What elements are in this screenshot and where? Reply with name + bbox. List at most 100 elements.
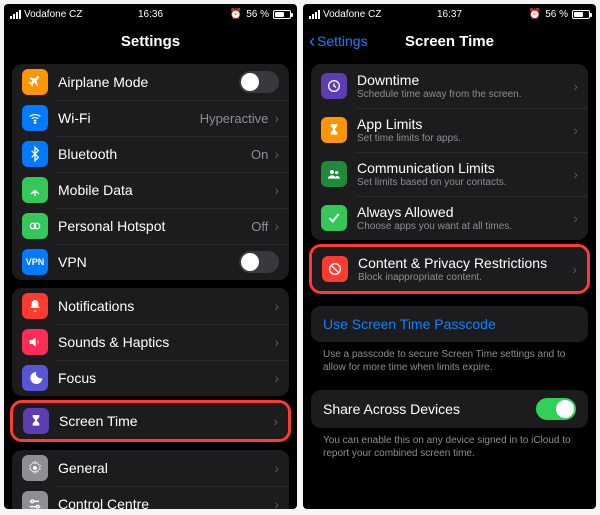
settings-screen: Vodafone CZ 16:36 ⏰ 56 % Settings Airpla… bbox=[4, 4, 297, 509]
people-icon bbox=[321, 161, 347, 187]
row-screen-time[interactable]: Screen Time › bbox=[13, 403, 288, 439]
chevron-right-icon: › bbox=[274, 182, 279, 198]
chevron-right-icon: › bbox=[274, 334, 279, 350]
bell-icon bbox=[22, 293, 48, 319]
battery-pct-label: 56 % bbox=[246, 9, 269, 20]
share-toggle[interactable] bbox=[536, 398, 576, 420]
row-content-privacy-restrictions[interactable]: Content & Privacy Restrictions Block ina… bbox=[312, 247, 587, 291]
row-communication-limits[interactable]: Communication Limits Set limits based on… bbox=[311, 152, 588, 196]
chevron-right-icon: › bbox=[274, 370, 279, 386]
row-sublabel: Choose apps you want at all times. bbox=[357, 221, 573, 233]
settings-group-alerts: Notifications › Sounds & Haptics › Focus… bbox=[12, 288, 289, 396]
sliders-icon bbox=[22, 491, 48, 509]
wifi-icon bbox=[22, 105, 48, 131]
row-label: Downtime bbox=[357, 72, 573, 88]
row-wifi[interactable]: Wi-Fi Hyperactive › bbox=[12, 100, 289, 136]
nav-bar: ‹ Settings Screen Time bbox=[303, 24, 596, 58]
row-label: Content & Privacy Restrictions bbox=[358, 255, 572, 271]
chevron-right-icon: › bbox=[274, 218, 279, 234]
battery-icon bbox=[572, 10, 590, 19]
screen-time-screen: Vodafone CZ 16:37 ⏰ 56 % ‹ Settings Scre… bbox=[303, 4, 596, 509]
row-focus[interactable]: Focus › bbox=[12, 360, 289, 396]
chevron-right-icon: › bbox=[274, 460, 279, 476]
status-bar: Vodafone CZ 16:36 ⏰ 56 % bbox=[4, 4, 297, 24]
hourglass-icon bbox=[23, 408, 49, 434]
chevron-right-icon: › bbox=[273, 413, 278, 429]
row-notifications[interactable]: Notifications › bbox=[12, 288, 289, 324]
page-title: Screen Time bbox=[405, 33, 494, 50]
row-label: Mobile Data bbox=[58, 182, 274, 198]
row-bluetooth[interactable]: Bluetooth On › bbox=[12, 136, 289, 172]
row-app-limits[interactable]: App Limits Set time limits for apps. › bbox=[311, 108, 588, 152]
chevron-right-icon: › bbox=[573, 78, 578, 94]
row-airplane-mode[interactable]: Airplane Mode bbox=[12, 64, 289, 100]
highlight-content-privacy: Content & Privacy Restrictions Block ina… bbox=[309, 244, 590, 294]
chevron-right-icon: › bbox=[573, 210, 578, 226]
row-control-centre[interactable]: Control Centre › bbox=[12, 486, 289, 509]
chevron-right-icon: › bbox=[274, 496, 279, 509]
row-mobile-data[interactable]: Mobile Data › bbox=[12, 172, 289, 208]
row-label: Notifications bbox=[58, 298, 274, 314]
row-label: General bbox=[58, 460, 274, 476]
row-downtime[interactable]: Downtime Schedule time away from the scr… bbox=[311, 64, 588, 108]
row-personal-hotspot[interactable]: Personal Hotspot Off › bbox=[12, 208, 289, 244]
row-label: Communication Limits bbox=[357, 160, 573, 176]
share-footer: You can enable this on any device signed… bbox=[311, 428, 588, 466]
row-label: Screen Time bbox=[59, 413, 273, 429]
signal-icon bbox=[10, 10, 21, 19]
row-value: Hyperactive bbox=[200, 111, 269, 126]
chevron-left-icon: ‹ bbox=[309, 32, 315, 50]
antenna-icon bbox=[22, 177, 48, 203]
row-label: Always Allowed bbox=[357, 204, 573, 220]
chevron-right-icon: › bbox=[573, 122, 578, 138]
airplane-toggle[interactable] bbox=[239, 71, 279, 93]
battery-pct-label: 56 % bbox=[545, 9, 568, 20]
settings-group-system: General › Control Centre › bbox=[12, 450, 289, 509]
row-always-allowed[interactable]: Always Allowed Choose apps you want at a… bbox=[311, 196, 588, 240]
use-passcode-link[interactable]: Use Screen Time Passcode bbox=[311, 306, 588, 342]
row-general[interactable]: General › bbox=[12, 450, 289, 486]
airplane-icon bbox=[22, 69, 48, 95]
check-icon bbox=[321, 205, 347, 231]
bluetooth-icon bbox=[22, 141, 48, 167]
link-label: Use Screen Time Passcode bbox=[323, 316, 496, 332]
row-label: Wi-Fi bbox=[58, 110, 200, 126]
status-bar: Vodafone CZ 16:37 ⏰ 56 % bbox=[303, 4, 596, 24]
settings-group-network: Airplane Mode Wi-Fi Hyperactive › Blueto… bbox=[12, 64, 289, 280]
row-sublabel: Set time limits for apps. bbox=[357, 133, 573, 145]
row-sublabel: Schedule time away from the screen. bbox=[357, 89, 573, 101]
carrier-label: Vodafone CZ bbox=[24, 9, 82, 20]
row-vpn[interactable]: VPN VPN bbox=[12, 244, 289, 280]
back-label: Settings bbox=[317, 33, 368, 49]
chevron-right-icon: › bbox=[274, 298, 279, 314]
vpn-toggle[interactable] bbox=[239, 251, 279, 273]
row-label: Control Centre bbox=[58, 496, 274, 509]
row-label: VPN bbox=[58, 254, 239, 270]
no-entry-icon bbox=[322, 256, 348, 282]
row-label: Sounds & Haptics bbox=[58, 334, 274, 350]
highlight-screen-time: Screen Time › bbox=[10, 400, 291, 442]
gear-icon bbox=[22, 455, 48, 481]
chevron-right-icon: › bbox=[274, 146, 279, 162]
alarm-icon: ⏰ bbox=[529, 9, 541, 20]
clock-icon bbox=[321, 73, 347, 99]
row-label: Airplane Mode bbox=[58, 74, 239, 90]
row-value: On bbox=[251, 147, 268, 162]
row-share-across-devices[interactable]: Share Across Devices bbox=[311, 390, 588, 428]
row-label: Share Across Devices bbox=[323, 401, 536, 417]
row-sublabel: Block inappropriate content. bbox=[358, 272, 572, 284]
row-sounds[interactable]: Sounds & Haptics › bbox=[12, 324, 289, 360]
chevron-right-icon: › bbox=[572, 261, 577, 277]
hourglass-icon bbox=[321, 117, 347, 143]
page-title: Settings bbox=[121, 33, 180, 50]
passcode-footer: Use a passcode to secure Screen Time set… bbox=[311, 342, 588, 380]
alarm-icon: ⏰ bbox=[230, 9, 242, 20]
back-button[interactable]: ‹ Settings bbox=[309, 24, 368, 58]
speaker-icon bbox=[22, 329, 48, 355]
hotspot-icon bbox=[22, 213, 48, 239]
row-label: App Limits bbox=[357, 116, 573, 132]
nav-bar: Settings bbox=[4, 24, 297, 58]
battery-icon bbox=[273, 10, 291, 19]
row-label: Personal Hotspot bbox=[58, 218, 251, 234]
row-sublabel: Set limits based on your contacts. bbox=[357, 177, 573, 189]
